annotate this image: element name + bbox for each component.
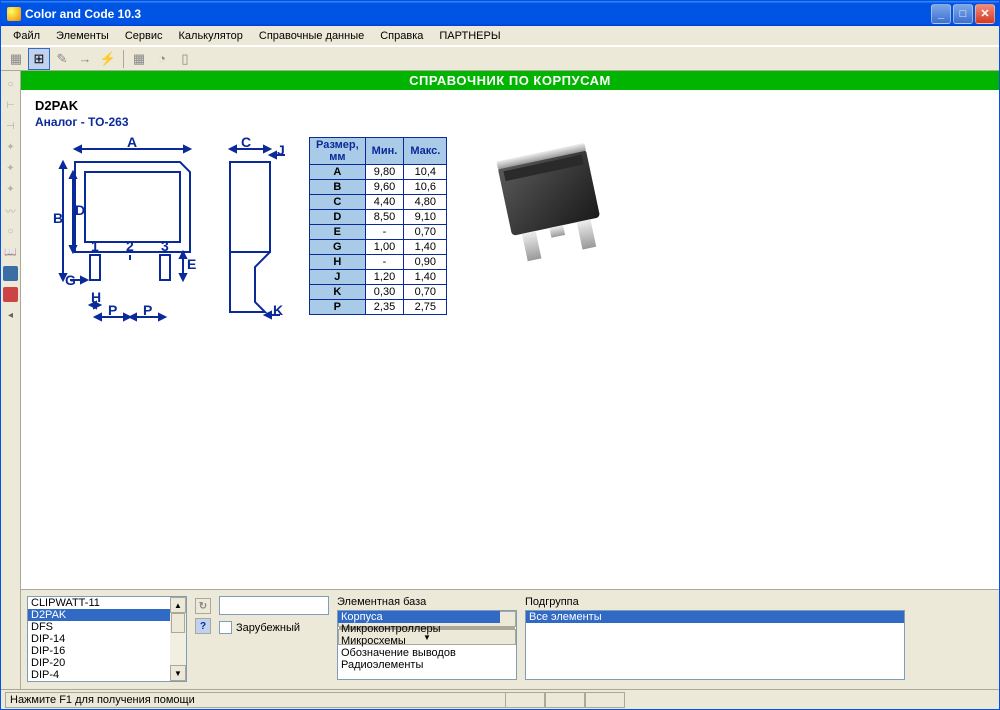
scrollbar[interactable]: ▲ ▼ xyxy=(170,597,186,681)
list-item[interactable]: DFS xyxy=(28,621,170,633)
minimize-button[interactable]: _ xyxy=(931,4,951,24)
toolbar-sep xyxy=(123,50,124,68)
refresh-icon[interactable]: ↻ xyxy=(195,598,211,614)
svg-text:B: B xyxy=(53,210,63,226)
toolbar-btn-1[interactable]: ▦ xyxy=(5,48,27,70)
svg-text:K: K xyxy=(273,302,283,318)
toolbar-btn-2[interactable]: ⊞ xyxy=(28,48,50,70)
svg-text:G: G xyxy=(65,272,76,288)
dim-header-size: Размер, мм xyxy=(310,138,366,165)
list-item[interactable]: DIP-4 xyxy=(28,669,170,681)
svg-text:P: P xyxy=(143,302,152,318)
scroll-up-icon[interactable]: ▲ xyxy=(170,597,186,613)
rail-icon-4[interactable]: ✦ xyxy=(3,140,18,155)
menu-file[interactable]: Файл xyxy=(5,28,48,44)
rail-help-icon[interactable]: 📖 xyxy=(3,245,18,260)
scroll-thumb[interactable] xyxy=(171,613,185,633)
status-cell xyxy=(505,692,545,708)
toolbar-btn-3[interactable]: ✎ xyxy=(51,48,73,70)
menu-partners[interactable]: ПАРТНЕРЫ xyxy=(431,28,508,44)
package-side-diagram: C J K xyxy=(215,137,295,327)
left-rail: ○ ⊢ ⊣ ✦ ✦ ✦ 〰 ○ 📖 ◂ xyxy=(1,71,21,689)
list-item[interactable]: Все элементы xyxy=(526,611,904,623)
main-content: D2PAK Аналог - TO-263 xyxy=(21,90,999,589)
close-button[interactable]: ✕ xyxy=(975,4,995,24)
rail-red-icon[interactable] xyxy=(3,287,18,302)
list-item[interactable]: DIP-14 xyxy=(28,633,170,645)
list-item[interactable]: Радиоэлементы xyxy=(338,659,500,671)
rail-collapse-icon[interactable]: ◂ xyxy=(3,308,18,323)
component-photo xyxy=(477,137,627,277)
dim-header-min: Мин. xyxy=(365,138,404,165)
rail-icon-1[interactable]: ○ xyxy=(3,77,18,92)
svg-text:P: P xyxy=(108,302,117,318)
base-label: Элементная база xyxy=(337,596,517,608)
foreign-checkbox[interactable] xyxy=(219,621,232,634)
package-listbox[interactable]: CLIPWATT-11 D2PAK DFS DIP-14 DIP-16 DIP-… xyxy=(27,596,187,682)
rail-icon-7[interactable]: 〰 xyxy=(3,203,18,218)
search-input[interactable] xyxy=(219,596,329,615)
package-analog: Аналог - TO-263 xyxy=(35,115,985,129)
toolbar-btn-6[interactable]: ▦ xyxy=(128,48,150,70)
help-icon[interactable]: ? xyxy=(195,618,211,634)
bottom-panel: CLIPWATT-11 D2PAK DFS DIP-14 DIP-16 DIP-… xyxy=(21,589,999,689)
page-title: СПРАВОЧНИК ПО КОРПУСАМ xyxy=(21,71,999,90)
dimension-table: Размер, мм Мин. Макс. A9,8010,4 B9,6010,… xyxy=(309,137,447,315)
app-icon xyxy=(7,7,21,21)
foreign-label: Зарубежный xyxy=(236,622,300,634)
rail-blue-icon[interactable] xyxy=(3,266,18,281)
toolbar: ▦ ⊞ ✎ → ⚡ ▦ ◔ ▯ xyxy=(1,46,999,71)
subgroup-label: Подгруппа xyxy=(525,596,905,608)
svg-text:J: J xyxy=(277,142,285,158)
list-item[interactable]: DIP-20 xyxy=(28,657,170,669)
svg-text:C: C xyxy=(241,137,251,150)
menu-help[interactable]: Справка xyxy=(372,28,431,44)
svg-text:D: D xyxy=(75,202,85,218)
titlebar: Color and Code 10.3 _ □ ✕ xyxy=(1,1,999,26)
menu-calculator[interactable]: Калькулятор xyxy=(171,28,251,44)
list-item[interactable]: D2PAK xyxy=(28,609,170,621)
svg-text:E: E xyxy=(187,256,196,272)
toolbar-btn-8[interactable]: ▯ xyxy=(174,48,196,70)
toolbar-btn-4[interactable]: → xyxy=(74,48,96,70)
subgroup-listbox[interactable]: Все элементы xyxy=(525,610,905,680)
list-item[interactable]: DIP-16 xyxy=(28,645,170,657)
status-cell xyxy=(545,692,585,708)
list-item[interactable]: Корпуса xyxy=(338,611,500,623)
svg-text:H: H xyxy=(91,289,101,305)
window-title: Color and Code 10.3 xyxy=(25,7,931,21)
toolbar-btn-5[interactable]: ⚡ xyxy=(97,48,119,70)
status-bar: Нажмите F1 для получения помощи xyxy=(1,689,999,709)
dim-header-max: Макс. xyxy=(404,138,447,165)
menu-service[interactable]: Сервис xyxy=(117,28,171,44)
svg-text:1: 1 xyxy=(91,238,99,254)
menu-refdata[interactable]: Справочные данные xyxy=(251,28,372,44)
rail-icon-3[interactable]: ⊣ xyxy=(3,119,18,134)
rail-icon-2[interactable]: ⊢ xyxy=(3,98,18,113)
base-listbox[interactable]: Корпуса Микроконтроллеры Микросхемы Обоз… xyxy=(337,610,517,680)
menu-bar: Файл Элементы Сервис Калькулятор Справоч… xyxy=(1,26,999,46)
svg-text:3: 3 xyxy=(161,238,169,254)
svg-text:2: 2 xyxy=(126,238,134,254)
scroll-down-icon[interactable]: ▼ xyxy=(170,665,186,681)
list-item[interactable]: Микросхемы xyxy=(338,635,500,647)
rail-icon-6[interactable]: ✦ xyxy=(3,182,18,197)
status-cell xyxy=(585,692,625,708)
rail-icon-5[interactable]: ✦ xyxy=(3,161,18,176)
menu-elements[interactable]: Элементы xyxy=(48,28,117,44)
svg-text:A: A xyxy=(127,137,137,150)
status-text: Нажмите F1 для получения помощи xyxy=(5,692,505,708)
package-name: D2PAK xyxy=(35,98,985,113)
list-item[interactable]: Микроконтроллеры xyxy=(338,623,500,635)
list-item[interactable]: Обозначение выводов xyxy=(338,647,500,659)
maximize-button[interactable]: □ xyxy=(953,4,973,24)
package-front-diagram: A B D E G H P P 1 2 3 xyxy=(35,137,205,327)
rail-icon-8[interactable]: ○ xyxy=(3,224,18,239)
list-item[interactable]: CLIPWATT-11 xyxy=(28,597,170,609)
toolbar-btn-7[interactable]: ◔ xyxy=(151,48,173,70)
